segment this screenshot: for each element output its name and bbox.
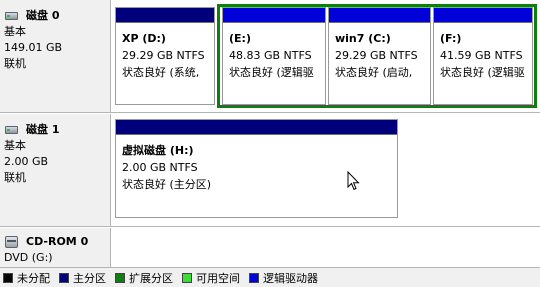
disk-0-label-panel[interactable]: 磁盘 0 基本 149.01 GB 联机 [0, 0, 111, 112]
partition-f-name: (F:) [440, 32, 462, 45]
legend-item-primary: 主分区 [59, 270, 106, 286]
partition-c-name: win7 (C:) [335, 32, 391, 45]
disk-1-label-panel[interactable]: 磁盘 1 基本 2.00 GB 联机 [0, 114, 111, 226]
partition-d[interactable]: XP (D:) 29.29 GB NTFS 状态良好 (系统, [115, 7, 215, 105]
legend-label-primary: 主分区 [73, 271, 106, 285]
legend-item-extended: 扩展分区 [115, 270, 173, 286]
partition-f-bar [434, 8, 532, 23]
legend-item-unallocated: 未分配 [3, 270, 50, 286]
partition-d-name: XP (D:) [122, 32, 166, 45]
legend-label-free-space: 可用空间 [196, 271, 240, 285]
legend-swatch-logical [249, 272, 259, 283]
disk-0-size: 149.01 GB [4, 41, 63, 54]
cdrom-0-row: CD-ROM 0 DVD (G:) [0, 228, 540, 267]
partition-c[interactable]: win7 (C:) 29.29 GB NTFS 状态良好 (启动, [328, 7, 431, 105]
legend-item-free-space: 可用空间 [182, 270, 240, 286]
partition-c-bar [329, 8, 430, 23]
legend-swatch-primary [59, 272, 69, 283]
cdrom-0-type: DVD (G:) [4, 251, 53, 264]
disk-1-title: 磁盘 1 [4, 122, 110, 138]
partition-f-size: 41.59 GB NTFS [440, 49, 523, 62]
legend-label-unallocated: 未分配 [17, 271, 50, 285]
mouse-cursor-icon [347, 171, 360, 191]
partition-d-size: 29.29 GB NTFS [122, 49, 205, 62]
partition-d-status: 状态良好 (系统, [122, 66, 200, 79]
partition-f[interactable]: (F:) 41.59 GB NTFS 状态良好 (逻辑驱 [433, 7, 533, 105]
partition-h-name: 虚拟磁盘 (H:) [122, 144, 194, 157]
legend: 未分配 主分区 扩展分区 可用空间 逻辑驱动器 [0, 267, 540, 287]
partition-e-status: 状态良好 (逻辑驱 [229, 66, 314, 79]
partition-h-bar [116, 120, 397, 135]
partition-e-size: 48.83 GB NTFS [229, 49, 312, 62]
disk-1-name: 磁盘 1 [26, 123, 60, 136]
disk-0-name: 磁盘 0 [26, 9, 60, 22]
partition-d-bar [116, 8, 214, 23]
cdrom-0-label-panel[interactable]: CD-ROM 0 DVD (G:) [0, 228, 111, 267]
legend-swatch-free-space [182, 272, 192, 283]
hard-disk-icon [4, 124, 20, 136]
partition-c-status: 状态良好 (启动, [335, 66, 413, 79]
legend-label-logical: 逻辑驱动器 [263, 271, 318, 285]
disk-1-status: 联机 [4, 171, 26, 184]
legend-swatch-extended [115, 272, 125, 283]
partition-e-bar [223, 8, 325, 23]
partition-f-status: 状态良好 (逻辑驱 [440, 66, 525, 79]
disk-1-type: 基本 [4, 139, 26, 152]
partition-h[interactable]: 虚拟磁盘 (H:) 2.00 GB NTFS 状态良好 (主分区) [115, 119, 398, 218]
legend-item-logical: 逻辑驱动器 [249, 270, 318, 286]
legend-label-extended: 扩展分区 [129, 271, 173, 285]
partition-e-name: (E:) [229, 32, 251, 45]
hard-disk-icon [4, 10, 20, 22]
dvd-drive-icon [4, 236, 20, 248]
disk-1-size: 2.00 GB [4, 155, 49, 168]
disk-0-type: 基本 [4, 25, 26, 38]
partition-c-size: 29.29 GB NTFS [335, 49, 418, 62]
cdrom-0-name: CD-ROM 0 [26, 235, 89, 248]
partition-e[interactable]: (E:) 48.83 GB NTFS 状态良好 (逻辑驱 [222, 7, 326, 105]
disk-0-status: 联机 [4, 57, 26, 70]
legend-swatch-unallocated [3, 272, 13, 283]
cdrom-0-title: CD-ROM 0 [4, 234, 110, 250]
disk-0-title: 磁盘 0 [4, 8, 110, 24]
